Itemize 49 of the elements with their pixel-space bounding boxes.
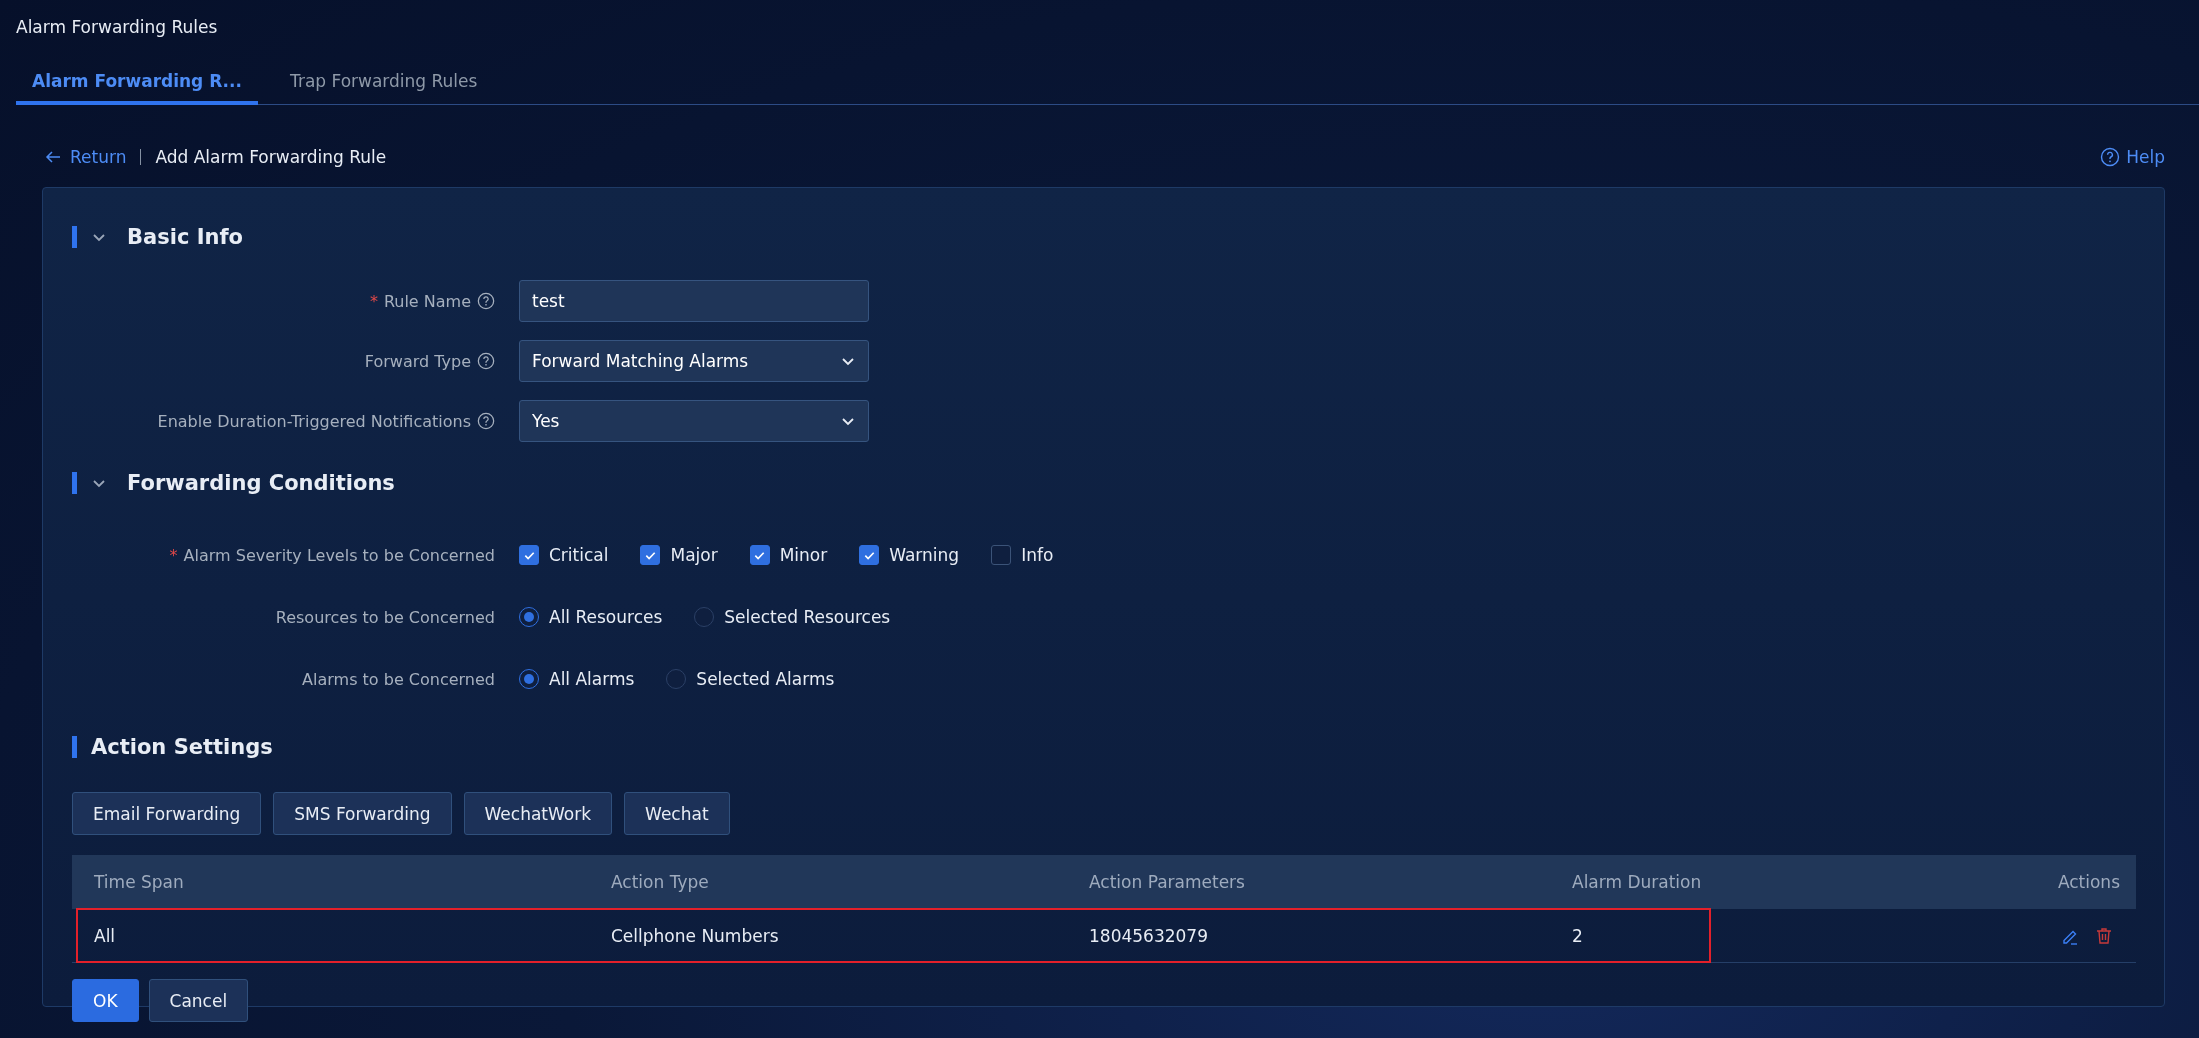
column-header: Action Type	[610, 872, 710, 892]
section-title: Action Settings	[91, 735, 273, 759]
action-button[interactable]: SMS Forwarding	[273, 792, 452, 835]
column-header: Actions	[2056, 872, 2121, 892]
action-button[interactable]: WechatWork	[463, 792, 613, 835]
help-icon	[2100, 147, 2121, 167]
return-link[interactable]: Return	[44, 147, 127, 167]
page-title: Alarm Forwarding Rules	[15, 16, 219, 39]
dropdown[interactable]: Forward Matching Alarms	[519, 340, 869, 382]
field-label: Resources to be Concerned	[275, 607, 495, 627]
field-label: Alarms to be Concerned	[302, 669, 495, 689]
page-heading: Add Alarm Forwarding Rule	[155, 147, 387, 167]
table-cell-text: 2	[1571, 925, 1584, 946]
required-mark: *	[169, 545, 178, 565]
checkbox[interactable]: Info	[991, 545, 1054, 565]
cancel-button[interactable]: Cancel	[148, 979, 249, 1022]
action-button[interactable]: Wechat	[624, 792, 730, 835]
section-title: Basic Info	[127, 225, 243, 249]
tab[interactable]: Trap Forwarding Rules	[274, 63, 494, 105]
column-header: Alarm Duration	[1571, 872, 1703, 892]
table-cell-text: All	[93, 925, 117, 946]
section-title: Forwarding Conditions	[127, 471, 395, 495]
column-header: Action Parameters	[1088, 872, 1246, 892]
dropdown[interactable]: Yes	[519, 400, 869, 442]
radio-button[interactable]: Selected Resources	[694, 607, 891, 627]
section-marker	[72, 736, 77, 758]
field-label: Rule Name	[383, 291, 471, 311]
column-header: Time Span	[93, 872, 185, 892]
help-link[interactable]: Help	[2100, 147, 2165, 167]
checkbox[interactable]: Major	[640, 545, 718, 565]
radio-button[interactable]: All Alarms	[519, 669, 635, 689]
checkbox[interactable]: Critical	[519, 545, 609, 565]
field-label: Forward Type	[364, 351, 471, 371]
checkbox[interactable]: Warning	[859, 545, 960, 565]
action-button[interactable]: Email Forwarding	[72, 792, 262, 835]
checkbox[interactable]: Minor	[749, 545, 828, 565]
table-cell-text: Cellphone Numbers	[610, 925, 780, 946]
ok-button[interactable]: OK	[72, 979, 139, 1022]
required-mark: *	[369, 291, 378, 311]
radio-button[interactable]: All Resources	[519, 607, 663, 627]
section-marker	[72, 226, 77, 248]
text-field[interactable]: test	[519, 280, 869, 322]
tab[interactable]: Alarm Forwarding R...	[16, 63, 258, 105]
section-marker	[72, 472, 77, 494]
table-cell-text: 18045632079	[1088, 925, 1209, 946]
field-label: Alarm Severity Levels to be Concerned	[183, 545, 495, 565]
trash-icon[interactable]	[2094, 925, 2114, 946]
field-label: Enable Duration-Triggered Notifications	[157, 411, 471, 431]
radio-button[interactable]: Selected Alarms	[666, 669, 835, 689]
